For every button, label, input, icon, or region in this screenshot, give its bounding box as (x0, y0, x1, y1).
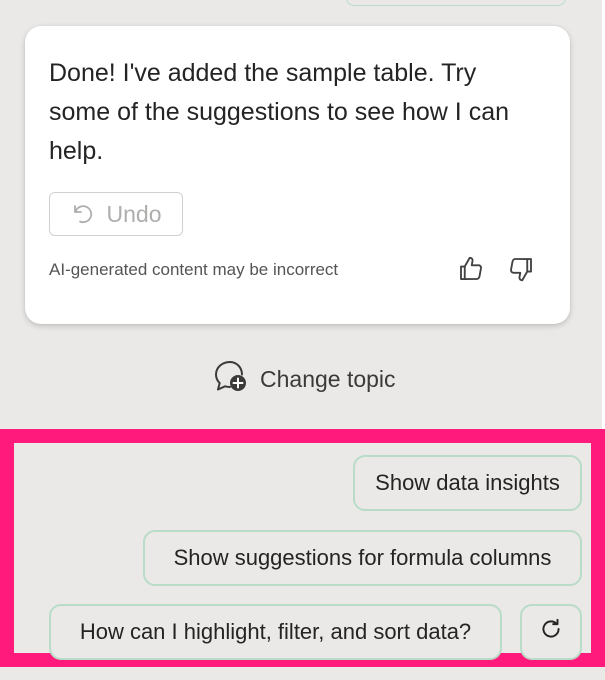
thumbs-down-icon (506, 254, 536, 284)
thumbs-up-button[interactable] (456, 254, 486, 284)
previous-chip-edge (346, 0, 566, 6)
change-topic-label: Change topic (260, 365, 396, 392)
ai-disclaimer: AI-generated content may be incorrect (49, 260, 339, 279)
suggestion-chip-highlight-filter-sort[interactable]: How can I highlight, filter, and sort da… (49, 604, 502, 660)
refresh-icon (538, 616, 564, 648)
undo-label: Undo (106, 200, 162, 227)
chat-bubble-add-icon (212, 358, 250, 400)
thumbs-down-button[interactable] (506, 254, 536, 284)
change-topic-button[interactable]: Change topic (212, 360, 396, 398)
assistant-message-text: Done! I've added the sample table. Try s… (49, 59, 509, 165)
undo-button[interactable]: Undo (49, 192, 183, 236)
suggestion-chip-formula-columns[interactable]: Show suggestions for formula columns (143, 530, 582, 586)
thumbs-up-icon (456, 254, 486, 284)
refresh-suggestions-button[interactable] (520, 604, 582, 660)
suggestion-chip-data-insights[interactable]: Show data insights (353, 455, 582, 511)
assistant-message-card: Done! I've added the sample table. Try s… (25, 26, 570, 324)
undo-icon (71, 202, 95, 226)
